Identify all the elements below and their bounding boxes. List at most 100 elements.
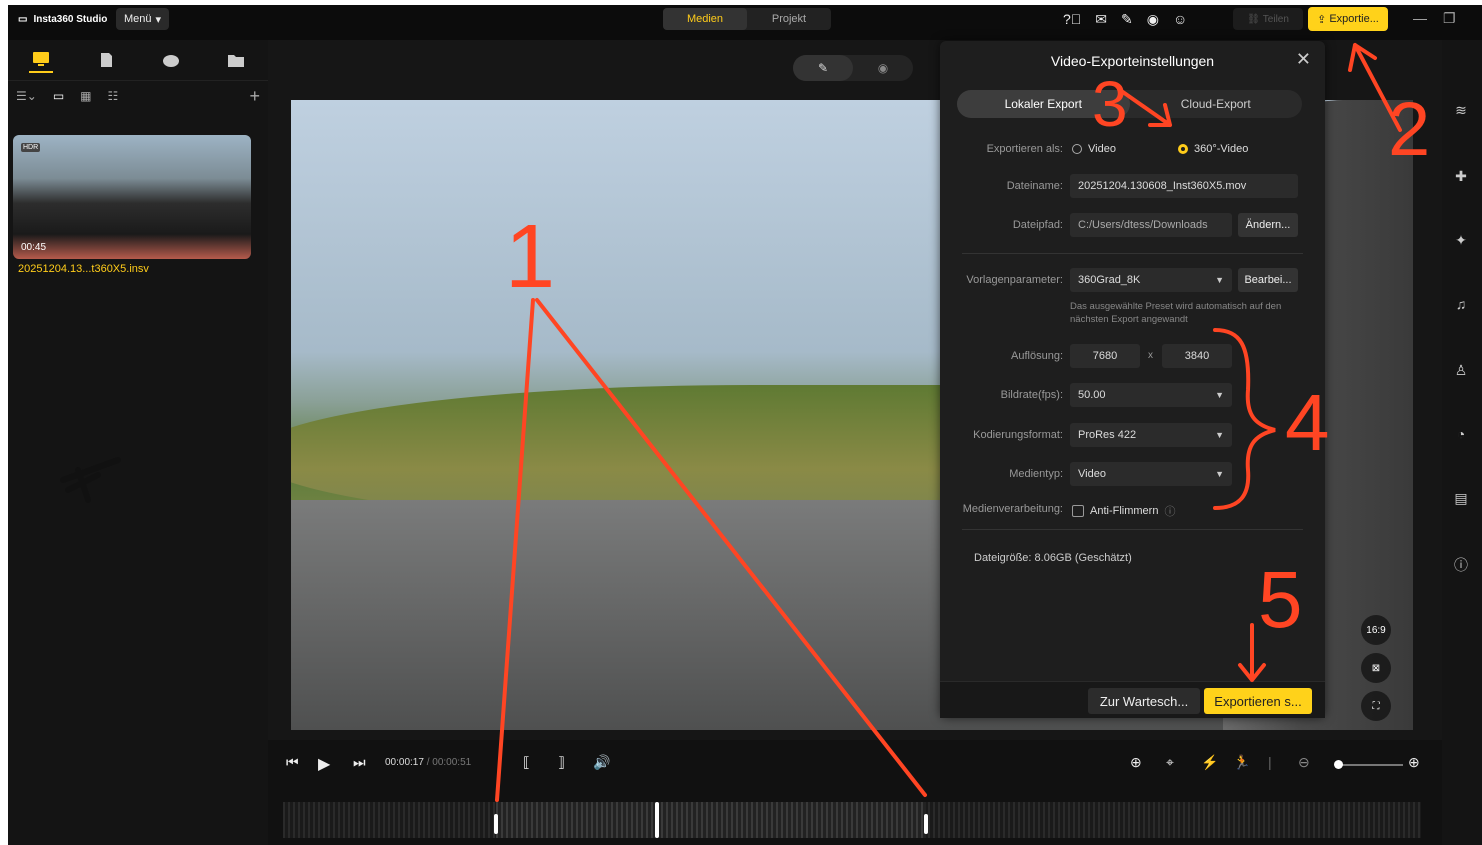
cloud-icon — [162, 55, 179, 67]
person-icon[interactable]: ♙ — [1452, 362, 1470, 380]
layers-icon[interactable]: ▤ — [1452, 490, 1470, 508]
help-icon[interactable]: ⓘ — [1164, 503, 1175, 519]
speed-icon[interactable]: ◔ — [1452, 426, 1470, 444]
menu-button[interactable]: Menü ▾ — [116, 8, 170, 30]
chevron-down-icon: ▼ — [1215, 390, 1224, 400]
help-icon[interactable]: ?⃝ — [1063, 11, 1081, 28]
cloud-tab[interactable] — [159, 48, 183, 72]
hdr-badge: HDR — [21, 143, 41, 152]
tab-projekt[interactable]: Projekt — [747, 8, 831, 30]
skip-forward-icon[interactable]: ⏭ — [353, 754, 366, 771]
framerate-select[interactable]: 50.00 ▼ — [1070, 383, 1232, 407]
processing-label: Medienverarbeitung: — [962, 503, 1063, 515]
dialog-footer: Zur Wartesch... Exportieren s... — [940, 681, 1325, 718]
audio-icon[interactable]: ♫ — [1452, 296, 1470, 314]
annotation-number-5: 5 — [1258, 555, 1303, 644]
radio-360-video[interactable]: 360°-Video — [1178, 143, 1248, 155]
radio-selected-icon — [1178, 144, 1188, 154]
resolution-separator: x — [1148, 350, 1153, 361]
close-icon[interactable]: ✕ — [1296, 49, 1311, 70]
tab-medien[interactable]: Medien — [663, 8, 747, 30]
monitor-icon — [32, 52, 49, 66]
effects-icon[interactable]: ✦ — [1452, 232, 1470, 250]
playback-controls: ⏮ ▶ ⏭ 00:00:17 / 00:00:51 ⟦ ⟧ 🔊 ⊕ ⌖ ⚡ 🏃 … — [268, 740, 1442, 790]
clip-duration: 00:45 — [21, 242, 47, 253]
minimize-icon[interactable]: — — [1413, 10, 1427, 26]
time-readout: 00:00:17 / 00:00:51 — [385, 757, 472, 768]
zoom-in-icon[interactable]: ⊕ — [1408, 754, 1420, 771]
add-to-queue-button[interactable]: Zur Wartesch... — [1088, 688, 1200, 714]
mail-icon[interactable]: ✉ — [1095, 11, 1107, 28]
split-right-icon[interactable]: ⟧ — [558, 754, 565, 771]
radio-video[interactable]: Video — [1072, 143, 1116, 155]
export-button[interactable]: ⇪ Exportie... — [1308, 7, 1388, 31]
badge-icon[interactable]: ◉ — [1147, 11, 1159, 28]
fullscreen-icon[interactable]: ⛶ — [1361, 691, 1391, 721]
playhead[interactable] — [655, 802, 659, 838]
eye-icon[interactable]: ◉ — [853, 55, 913, 81]
annotation-number-1: 1 — [505, 207, 556, 307]
split-left-icon[interactable]: ⟦ — [523, 754, 530, 771]
filter-icon[interactable]: ≋ — [1452, 102, 1470, 120]
chevron-down-icon: ▼ — [1215, 469, 1224, 479]
link-icon: ⛓ — [1247, 13, 1260, 25]
reframe-icon[interactable]: ⊠ — [1361, 653, 1391, 683]
chevron-down-icon: ▾ — [155, 13, 162, 26]
folder-star-icon — [227, 55, 244, 67]
trim-start-handle[interactable] — [494, 814, 498, 834]
plugin-icon[interactable]: ✚ — [1452, 168, 1470, 186]
play-icon[interactable]: ▶ — [318, 754, 330, 774]
large-view-icon[interactable]: ▭ — [53, 89, 64, 103]
edit-view-icon[interactable]: ✎ — [793, 55, 853, 81]
add-icon[interactable]: + — [249, 86, 260, 107]
preset-select[interactable]: 360Grad_8K ▼ — [1070, 268, 1232, 292]
zoom-slider-handle[interactable] — [1334, 760, 1343, 769]
sd-card-tab[interactable] — [94, 48, 118, 72]
clip-thumbnail[interactable]: HDR 00:45 — [13, 135, 251, 259]
user-icon[interactable]: ☺ — [1173, 11, 1187, 28]
filepath-label: Dateipfad: — [1012, 219, 1063, 231]
radio-icon — [1072, 144, 1082, 154]
start-export-button[interactable]: Exportieren s... — [1204, 688, 1312, 714]
aspect-ratio-button[interactable]: 16:9 — [1361, 615, 1391, 645]
trim-end-handle[interactable] — [924, 814, 928, 834]
antiflicker-checkbox[interactable]: Anti-Flimmern ⓘ — [1072, 503, 1175, 519]
restore-icon[interactable]: ❐ — [1443, 10, 1456, 27]
list-view-icon[interactable]: ☷ — [108, 89, 119, 103]
preview-mode-switch: ✎ ◉ — [793, 55, 913, 81]
chevron-down-icon: ▼ — [1215, 275, 1224, 285]
album-tab[interactable] — [224, 48, 248, 72]
feedback-icon[interactable]: ✎ — [1121, 11, 1133, 28]
sort-icon[interactable]: ☰⌄ — [16, 89, 37, 103]
skip-back-icon[interactable]: ⏮ — [286, 754, 299, 771]
codec-select[interactable]: ProRes 422 ▼ — [1070, 423, 1232, 447]
resolution-height-input[interactable]: 3840 — [1162, 344, 1232, 368]
resolution-width-input[interactable]: 7680 — [1070, 344, 1140, 368]
tracking-icon[interactable]: ⌖ — [1166, 754, 1174, 771]
top-icons: ?⃝ ✉ ✎ ◉ ☺ — [1063, 11, 1187, 28]
divider — [962, 253, 1303, 254]
zoom-out-icon[interactable]: ⊖ — [1298, 754, 1310, 771]
filepath-input[interactable]: C:/Users/dtess/Downloads — [1070, 213, 1232, 237]
edit-preset-button[interactable]: Bearbei... — [1238, 268, 1298, 292]
codec-label: Kodierungsformat: — [973, 429, 1063, 441]
mediatype-select[interactable]: Video ▼ — [1070, 462, 1232, 486]
volume-icon[interactable]: 🔊 — [593, 754, 610, 771]
timeline[interactable] — [283, 802, 1421, 838]
share-button[interactable]: ⛓ Teilen — [1233, 8, 1303, 30]
grid-view-icon[interactable]: ▦ — [80, 89, 91, 103]
annotation-number-4: 4 — [1285, 378, 1330, 467]
view-switch: Medien Projekt — [663, 8, 831, 30]
resolution-label: Auflösung: — [1011, 350, 1063, 362]
tab-cloud-export[interactable]: Cloud-Export — [1130, 90, 1303, 118]
info-icon[interactable]: ⓘ — [1452, 555, 1470, 573]
filename-input[interactable]: 20251204.130608_Inst360X5.mov — [1070, 174, 1298, 198]
local-media-tab[interactable] — [28, 47, 53, 73]
upload-icon: ⇪ — [1317, 13, 1327, 26]
add-keyframe-icon[interactable]: ⊕ — [1130, 754, 1142, 771]
change-path-button[interactable]: Ändern... — [1238, 213, 1298, 237]
zoom-slider-track[interactable] — [1338, 764, 1403, 766]
ai-edit-icon[interactable]: ⚡ — [1201, 754, 1218, 771]
divider — [962, 529, 1303, 530]
motion-icon[interactable]: 🏃 — [1233, 754, 1250, 771]
